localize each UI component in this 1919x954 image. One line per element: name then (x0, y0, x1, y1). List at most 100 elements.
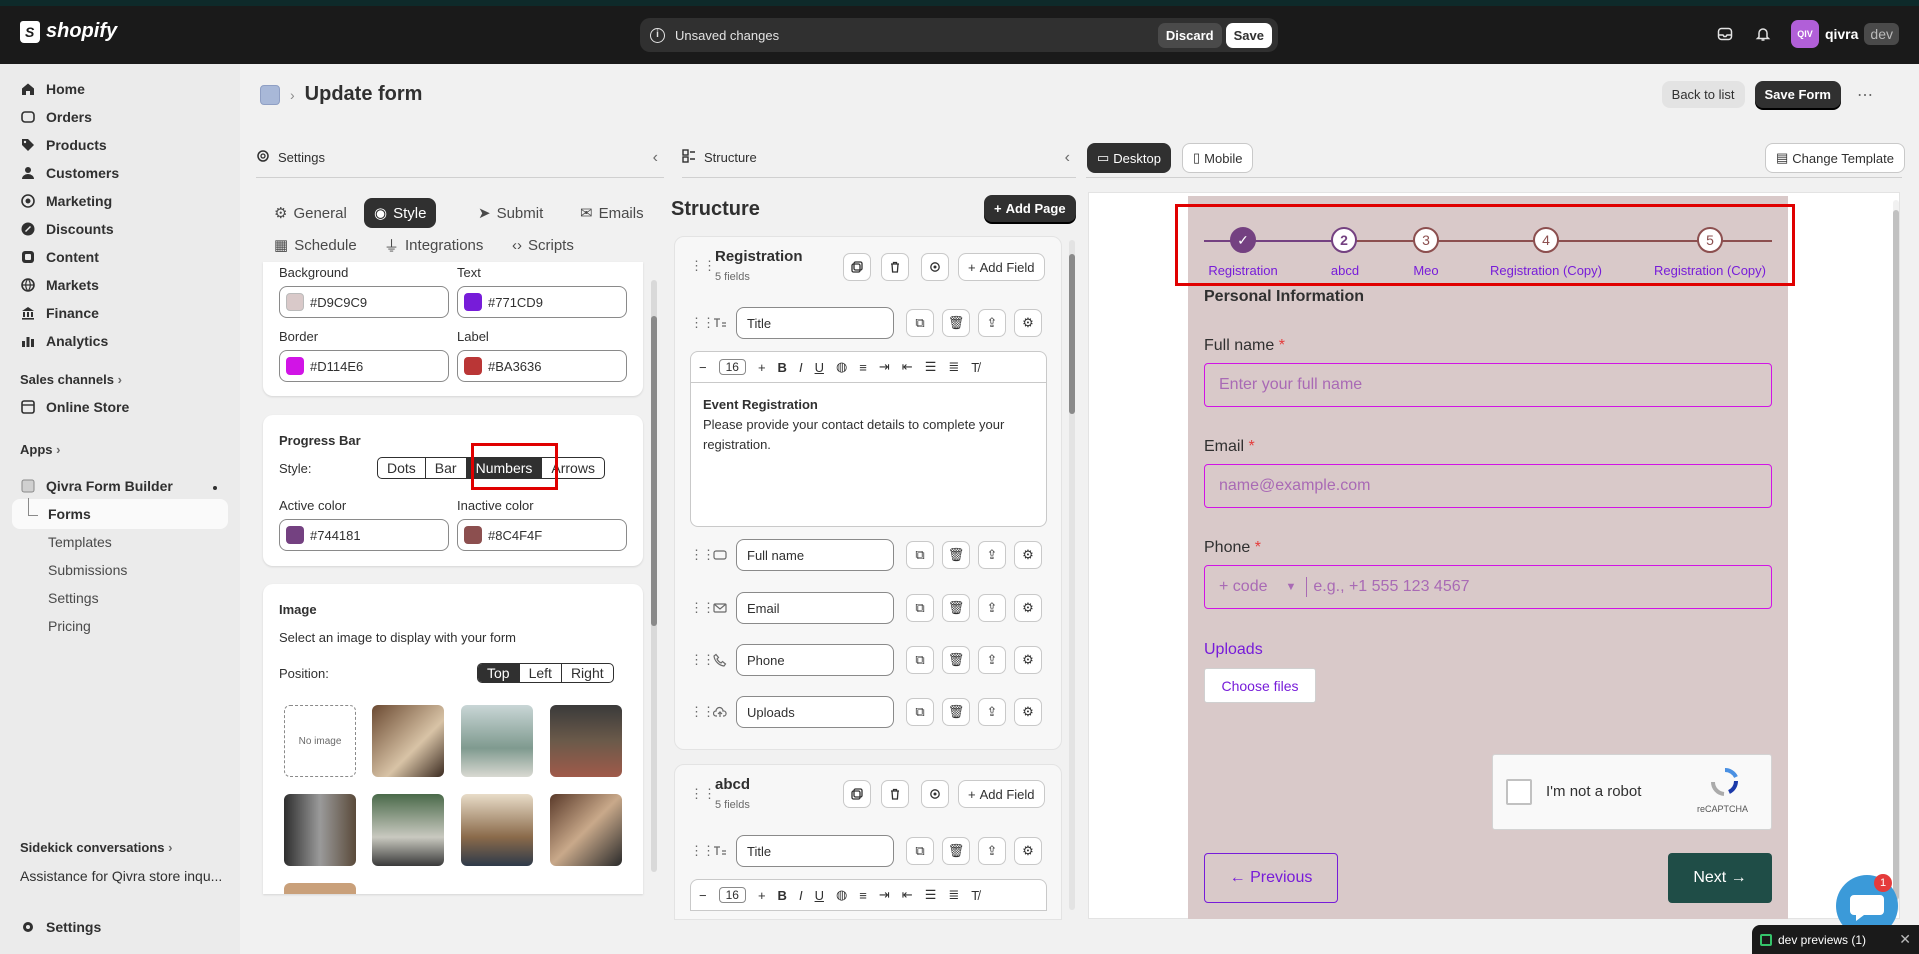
duplicate-icon[interactable]: ⧉ (906, 309, 934, 337)
sidebar-item-content[interactable]: Content (20, 249, 99, 265)
background-color-input[interactable]: #D9C9C9 (279, 286, 449, 318)
duplicate-page-icon[interactable] (843, 253, 871, 281)
underline-icon[interactable]: U (815, 888, 824, 903)
trash-icon[interactable]: 🗑 (942, 646, 970, 674)
sidekick-conversation[interactable]: Assistance for Qivra store inqu... (20, 868, 222, 884)
image-option-thumbnail[interactable] (372, 794, 444, 866)
image-option-thumbnail[interactable] (372, 705, 444, 777)
upload-icon[interactable]: ⇪ (978, 837, 1006, 865)
indent-icon[interactable]: ⇥ (879, 887, 890, 903)
sidebar-item-app[interactable]: Qivra Form Builder (20, 478, 173, 494)
clear-format-icon[interactable]: T̸ (971, 360, 979, 375)
phone-number-input[interactable]: e.g., +1 555 123 4567 (1313, 578, 1469, 596)
style-option-bar[interactable]: Bar (426, 458, 467, 478)
decrease-size-icon[interactable]: − (699, 888, 707, 903)
country-code-select[interactable]: + code (1219, 578, 1267, 596)
font-size-input[interactable]: 16 (718, 887, 746, 903)
field-name-input[interactable]: Title (736, 835, 894, 867)
sidebar-item-settings[interactable]: Settings (20, 919, 101, 935)
increase-size-icon[interactable]: + (758, 888, 766, 903)
page-settings-icon[interactable] (921, 253, 949, 281)
discard-button[interactable]: Discard (1157, 22, 1222, 48)
shopify-logo[interactable]: shopify (20, 20, 117, 43)
duplicate-icon[interactable]: ⧉ (906, 837, 934, 865)
settings-scrollbar[interactable] (651, 280, 657, 872)
field-name-input[interactable]: Phone (736, 644, 894, 676)
tab-schedule[interactable]: ▦ Schedule (264, 230, 367, 260)
decrease-size-icon[interactable]: − (699, 360, 707, 375)
drag-handle-icon[interactable]: ⋮⋮ (690, 600, 715, 616)
field-name-input[interactable]: Uploads (736, 696, 894, 728)
align-icon[interactable]: ≡ (859, 360, 867, 375)
bold-icon[interactable]: B (778, 360, 787, 375)
label-color-input[interactable]: #BA3636 (457, 350, 627, 382)
sidebar-sub-submissions[interactable]: Submissions (48, 562, 127, 578)
sidebar-item-finance[interactable]: Finance (20, 305, 99, 321)
position-left[interactable]: Left (520, 664, 562, 682)
style-option-dots[interactable]: Dots (378, 458, 426, 478)
italic-icon[interactable]: I (799, 360, 803, 375)
position-top[interactable]: Top (478, 664, 520, 682)
sales-channels-heading[interactable]: Sales channels › (20, 372, 122, 387)
close-icon[interactable]: ✕ (1899, 931, 1911, 948)
mobile-view-button[interactable]: ▯ Mobile (1182, 143, 1254, 173)
next-button[interactable]: Next → (1668, 853, 1772, 903)
sidebar-sub-settings[interactable]: Settings (48, 590, 99, 606)
trash-icon[interactable]: 🗑 (942, 837, 970, 865)
add-field-button[interactable]: + Add Field (958, 253, 1045, 281)
image-option-thumbnail[interactable] (284, 883, 356, 894)
field-name-input[interactable]: Title (736, 307, 894, 339)
color-palette-icon[interactable]: ◍ (836, 887, 847, 903)
more-actions-icon[interactable]: ⋯ (1851, 85, 1879, 105)
outdent-icon[interactable]: ⇤ (902, 359, 913, 375)
drag-handle-icon[interactable]: ⋮⋮ (690, 843, 715, 859)
upload-icon[interactable]: ⇪ (978, 594, 1006, 622)
trash-icon[interactable]: 🗑 (942, 698, 970, 726)
underline-icon[interactable]: U (815, 360, 824, 375)
tab-integrations[interactable]: ⏚ Integrations (374, 230, 493, 260)
sidebar-item-products[interactable]: Products (20, 137, 107, 153)
trash-icon[interactable]: 🗑 (942, 594, 970, 622)
drag-handle-icon[interactable]: ⋮⋮ (690, 547, 715, 563)
image-option-thumbnail[interactable] (461, 705, 533, 777)
italic-icon[interactable]: I (799, 888, 803, 903)
gear-icon[interactable]: ⚙ (1014, 594, 1042, 622)
apps-heading[interactable]: Apps › (20, 442, 60, 457)
duplicate-icon[interactable]: ⧉ (906, 646, 934, 674)
save-form-button[interactable]: Save Form (1754, 81, 1841, 108)
upload-icon[interactable]: ⇪ (978, 646, 1006, 674)
upload-icon[interactable]: ⇪ (978, 698, 1006, 726)
position-right[interactable]: Right (562, 664, 613, 682)
sidebar-item-discounts[interactable]: Discounts (20, 221, 114, 237)
tab-emails[interactable]: ✉ Emails (570, 198, 654, 228)
duplicate-icon[interactable]: ⧉ (906, 541, 934, 569)
page-settings-icon[interactable] (921, 780, 949, 808)
drag-handle-icon[interactable]: ⋮⋮ (690, 258, 716, 274)
upload-icon[interactable]: ⇪ (978, 309, 1006, 337)
numbered-list-icon[interactable]: ≣ (948, 887, 959, 903)
inbox-icon[interactable] (1715, 24, 1735, 44)
save-button[interactable]: Save (1225, 22, 1272, 48)
choose-files-button[interactable]: Choose files (1204, 668, 1316, 703)
field-name-input[interactable]: Full name (736, 539, 894, 571)
gear-icon[interactable]: ⚙ (1014, 541, 1042, 569)
image-option-thumbnail[interactable] (284, 794, 356, 866)
inactive-color-input[interactable]: #8C4F4F (457, 519, 627, 551)
form-list-icon[interactable] (260, 84, 280, 105)
tab-general[interactable]: ⚙ General (264, 198, 357, 228)
active-color-input[interactable]: #744181 (279, 519, 449, 551)
collapse-chevron-icon[interactable]: ‹ (653, 149, 658, 167)
sidebar-item-customers[interactable]: Customers (20, 165, 119, 181)
border-color-input[interactable]: #D114E6 (279, 350, 449, 382)
preview-scrollbar[interactable] (1893, 200, 1899, 912)
color-palette-icon[interactable]: ◍ (836, 359, 847, 375)
bullet-list-icon[interactable]: ☰ (925, 887, 937, 903)
tab-scripts[interactable]: ‹› Scripts (502, 230, 584, 260)
drag-handle-icon[interactable]: ⋮⋮ (690, 786, 716, 802)
image-option-thumbnail[interactable] (550, 705, 622, 777)
sidebar-item-markets[interactable]: Markets (20, 277, 99, 293)
duplicate-icon[interactable]: ⧉ (906, 698, 934, 726)
field-name-input[interactable]: Email (736, 592, 894, 624)
gear-icon[interactable]: ⚙ (1014, 837, 1042, 865)
title-editor[interactable]: Event Registration Please provide your c… (690, 383, 1047, 527)
